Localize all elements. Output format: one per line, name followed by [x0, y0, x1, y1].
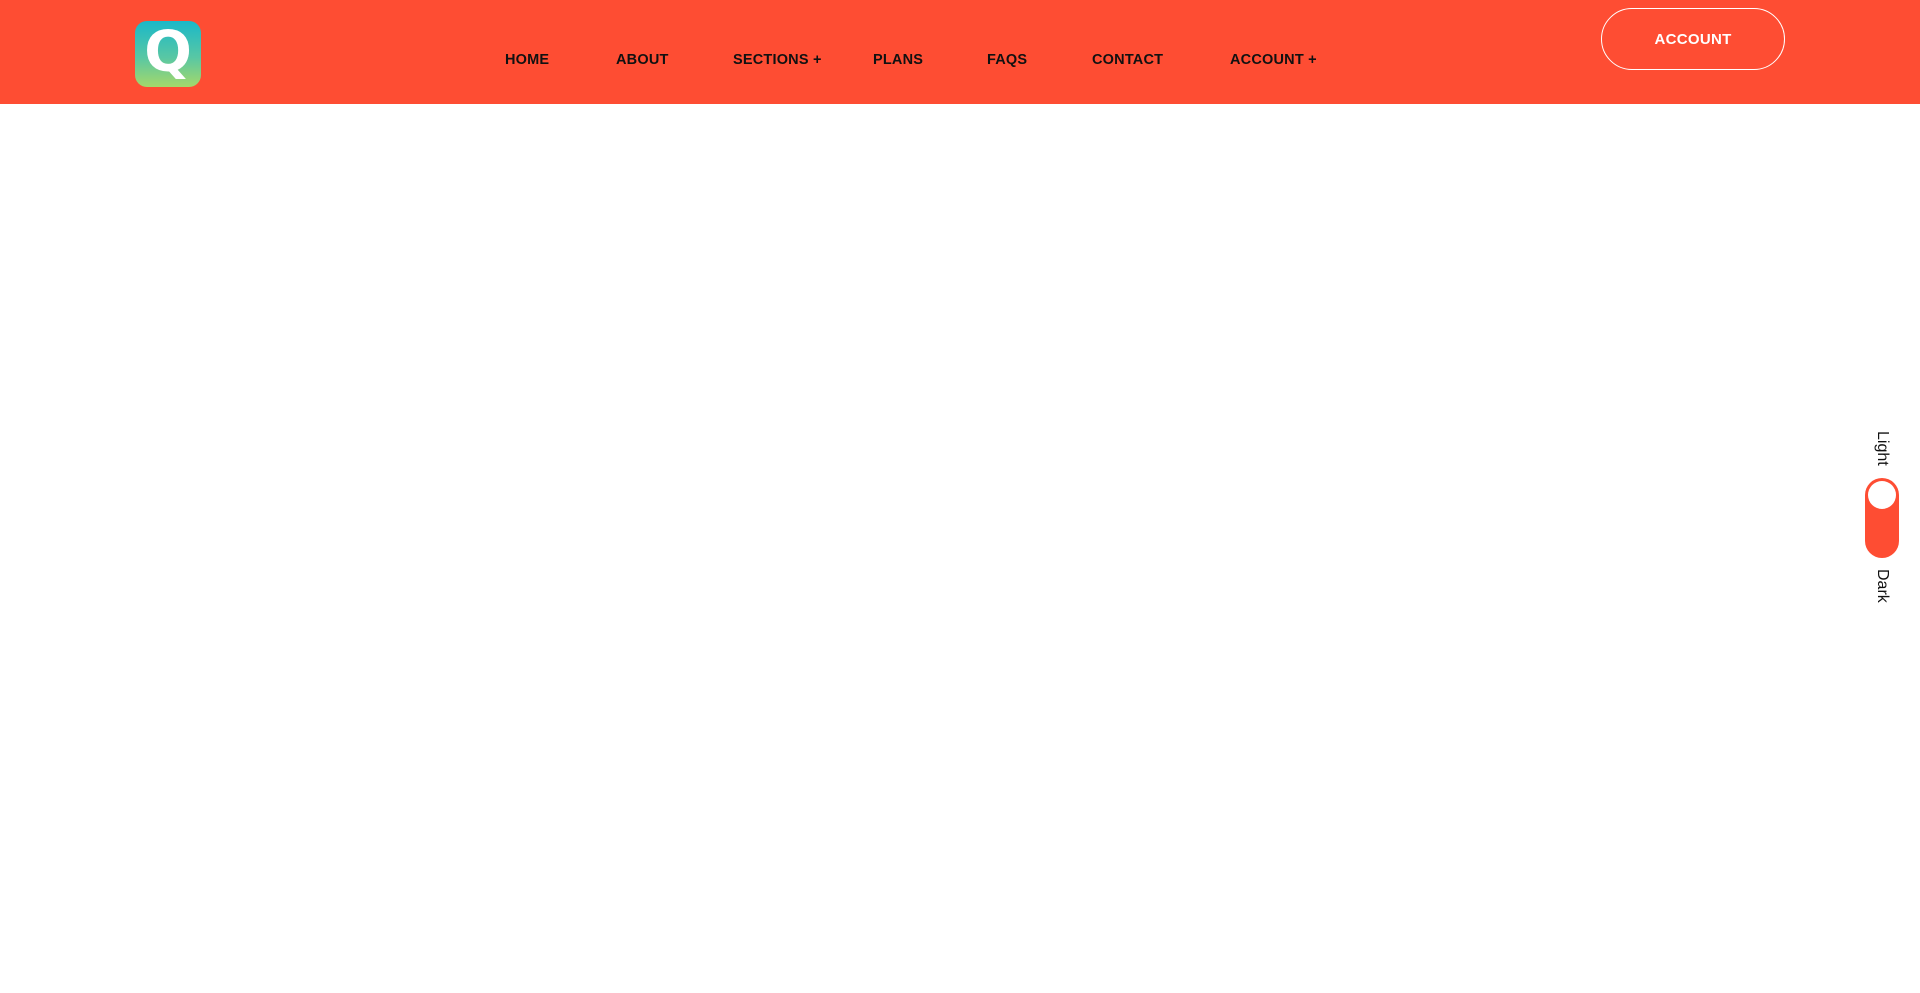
- nav-item-contact[interactable]: CONTACT: [1092, 52, 1163, 68]
- nav-item-about[interactable]: ABOUT: [616, 52, 669, 68]
- nav-item-faqs[interactable]: FAQS: [987, 52, 1027, 68]
- theme-switch: Light Dark: [1860, 424, 1904, 608]
- page: Q HOME ABOUT SECTIONS + PLANS FAQS CONTA…: [0, 0, 1920, 993]
- theme-toggle-knob[interactable]: [1868, 481, 1896, 509]
- nav-item-home[interactable]: HOME: [505, 52, 549, 68]
- theme-label-dark: Dark: [1874, 569, 1891, 603]
- nav-item-plans[interactable]: PLANS: [873, 52, 923, 68]
- site-header: Q HOME ABOUT SECTIONS + PLANS FAQS CONTA…: [0, 0, 1920, 104]
- nav-item-account[interactable]: ACCOUNT +: [1230, 52, 1317, 68]
- nav-item-sections[interactable]: SECTIONS +: [733, 52, 822, 68]
- account-button[interactable]: ACCOUNT: [1601, 8, 1785, 70]
- account-button-label: ACCOUNT: [1654, 30, 1732, 48]
- theme-label-light: Light: [1874, 430, 1891, 466]
- theme-toggle[interactable]: [1865, 478, 1899, 558]
